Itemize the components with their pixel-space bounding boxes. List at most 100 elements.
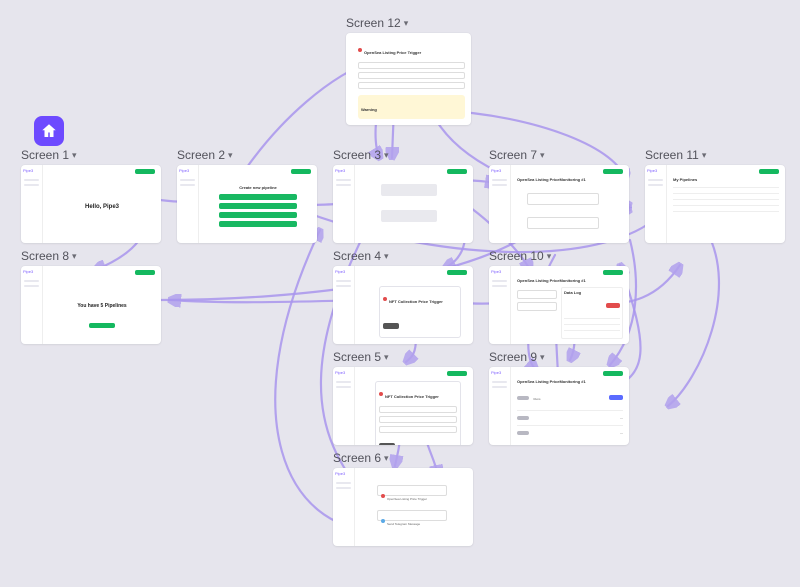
tab-label: Runs [533, 397, 540, 401]
input-field [358, 62, 465, 69]
label-text: Screen 12 [346, 16, 401, 30]
trigger-title: OpenSea Listing Price Trigger [364, 50, 421, 55]
mini-sidebar: Pipe3 [489, 367, 511, 445]
screen-label-11[interactable]: Screen 11 ▾ [645, 148, 706, 162]
brand: Pipe3 [21, 266, 42, 277]
option-pill [219, 194, 297, 200]
row-chip [517, 416, 529, 420]
tab [517, 396, 529, 400]
screen-label-1[interactable]: Screen 1 ▾ [21, 148, 77, 162]
screen-card-4[interactable]: Pipe3 NFT Collection Price Trigger [333, 266, 473, 344]
screen-label-9[interactable]: Screen 9 ▾ [489, 350, 545, 364]
option-pill [219, 221, 297, 227]
brand: Pipe3 [177, 165, 198, 176]
screen-label-10[interactable]: Screen 10 ▾ [489, 249, 551, 263]
label-text: Screen 1 [21, 148, 69, 162]
row-chip [517, 431, 529, 435]
primary-button [603, 270, 623, 275]
label-text: Screen 7 [489, 148, 537, 162]
action-node: Send Telegram Message [377, 510, 447, 521]
mini-sidebar: Pipe3 [645, 165, 667, 243]
mini-sidebar: Pipe3 [21, 266, 43, 344]
page-title: OpenSea Listing PriceMonitoring #1 [517, 278, 623, 283]
panel-title: NFT Collection Price Trigger [389, 299, 443, 304]
node-card [517, 302, 557, 311]
node-card [517, 290, 557, 299]
screen-label-6[interactable]: Screen 6 ▾ [333, 451, 389, 465]
primary-button [135, 270, 155, 275]
mini-sidebar: Pipe3 [333, 165, 355, 243]
chevron-down-icon: ▾ [228, 150, 233, 161]
hello-title: Hello, Pipe3 [85, 204, 119, 210]
brand: Pipe3 [333, 367, 354, 378]
screen-card-12[interactable]: OpenSea Listing Price Trigger Warning [346, 33, 471, 125]
screen-card-10[interactable]: Pipe3 OpenSea Listing PriceMonitoring #1… [489, 266, 629, 344]
panel-title: NFT Collection Price Trigger [385, 394, 439, 399]
primary-button [135, 169, 155, 174]
trigger-text: OpenSea Listing Price Trigger [387, 497, 427, 501]
trigger-node: OpenSea Listing Price Trigger [377, 485, 447, 496]
brand: Pipe3 [333, 266, 354, 277]
screen-card-8[interactable]: Pipe3 You have 5 Pipelines [21, 266, 161, 344]
chevron-down-icon: ▾ [72, 251, 77, 262]
node-placeholder [381, 184, 437, 196]
screen-label-4[interactable]: Screen 4 ▾ [333, 249, 389, 263]
action-button [383, 323, 399, 329]
option-pill [219, 212, 297, 218]
label-text: Screen 4 [333, 249, 381, 263]
action-text: Send Telegram Message [387, 522, 420, 526]
home-badge[interactable] [34, 116, 64, 146]
primary-button [447, 169, 467, 174]
node-card [527, 217, 599, 229]
screen-label-12[interactable]: Screen 12 ▾ [346, 16, 408, 30]
primary-button [603, 169, 623, 174]
brand: Pipe3 [333, 468, 354, 479]
screen-card-2[interactable]: Pipe3 Create new pipeline [177, 165, 317, 243]
input-field [358, 82, 465, 89]
screen-label-5[interactable]: Screen 5 ▾ [333, 350, 389, 364]
page-title: My Pipelines [673, 177, 779, 182]
chevron-down-icon: ▾ [702, 150, 707, 161]
chevron-down-icon: ▾ [547, 251, 552, 262]
screen-label-7[interactable]: Screen 7 ▾ [489, 148, 545, 162]
mini-sidebar: Pipe3 [489, 165, 511, 243]
home-icon [40, 122, 58, 140]
screen-card-6[interactable]: Pipe3 OpenSea Listing Price Trigger Send… [333, 468, 473, 546]
label-text: Screen 2 [177, 148, 225, 162]
option-pill [219, 203, 297, 209]
input-field [379, 406, 457, 413]
primary-button [603, 371, 623, 376]
input-field [358, 72, 465, 79]
screen-card-3[interactable]: Pipe3 [333, 165, 473, 243]
mini-sidebar: Pipe3 [177, 165, 199, 243]
screen-card-7[interactable]: Pipe3 OpenSea Listing PriceMonitoring #1 [489, 165, 629, 243]
chevron-down-icon: ▾ [540, 150, 545, 161]
chevron-down-icon: ▾ [384, 352, 389, 363]
brand: Pipe3 [333, 165, 354, 176]
screen-label-8[interactable]: Screen 8 ▾ [21, 249, 77, 263]
screen-label-3[interactable]: Screen 3 ▾ [333, 148, 389, 162]
screen-card-9[interactable]: Pipe3 OpenSea Listing PriceMonitoring #1… [489, 367, 629, 445]
brand: Pipe3 [489, 266, 510, 277]
primary-button [447, 371, 467, 376]
panel-desc [383, 310, 457, 314]
form-title: Create new pipeline [219, 185, 297, 190]
mini-sidebar: Pipe3 [333, 468, 355, 546]
label-text: Screen 11 [645, 148, 699, 162]
screen-card-1[interactable]: Pipe3 Hello, Pipe3 [21, 165, 161, 243]
screen-label-2[interactable]: Screen 2 ▾ [177, 148, 233, 162]
screen-card-11[interactable]: Pipe3 My Pipelines [645, 165, 785, 243]
primary-button [447, 270, 467, 275]
chevron-down-icon: ▾ [404, 18, 409, 29]
node-placeholder [381, 210, 437, 222]
status-badge [606, 303, 620, 308]
chevron-down-icon: ▾ [384, 453, 389, 464]
chevron-down-icon: ▾ [384, 150, 389, 161]
screen-card-5[interactable]: Pipe3 NFT Collection Price Trigger [333, 367, 473, 445]
mini-sidebar: Pipe3 [21, 165, 43, 243]
chevron-down-icon: ▾ [384, 251, 389, 262]
label-text: Screen 6 [333, 451, 381, 465]
input-field [379, 416, 457, 423]
label-text: Screen 8 [21, 249, 69, 263]
label-text: Screen 9 [489, 350, 537, 364]
